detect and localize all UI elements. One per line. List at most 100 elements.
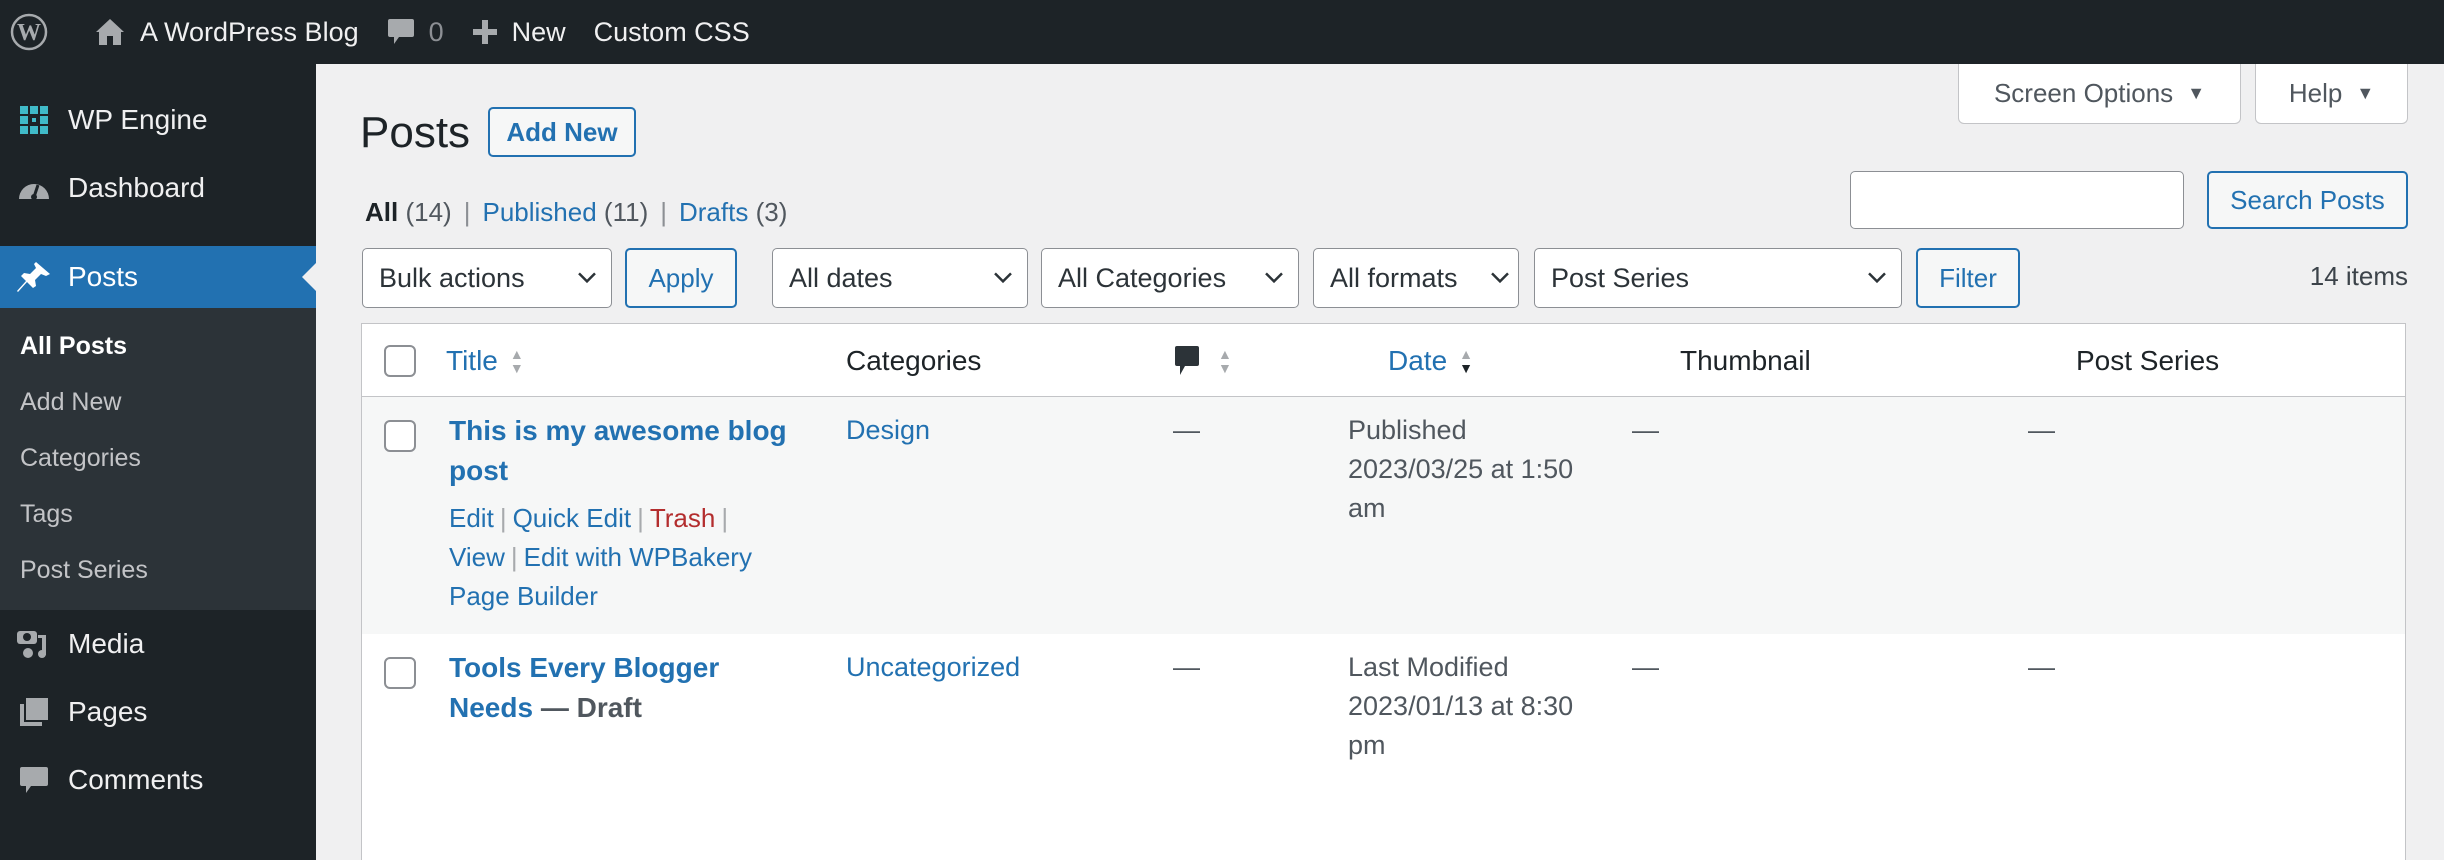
separator: | xyxy=(463,197,471,227)
column-thumbnail: Thumbnail xyxy=(1680,344,1811,376)
screen-options-button[interactable]: Screen Options ▼ xyxy=(1958,64,2241,124)
separator: | xyxy=(510,542,518,572)
wordpress-logo-icon: W xyxy=(10,13,48,51)
sidebar-item-posts[interactable]: Posts xyxy=(0,246,316,308)
edit-link[interactable]: Edit xyxy=(449,503,494,533)
quick-edit-link[interactable]: Quick Edit xyxy=(513,503,632,533)
search-posts-input[interactable] xyxy=(1850,171,2184,229)
date-cell: Published 2023/03/25 at 1:50 am xyxy=(1348,411,1608,528)
dates-filter-select[interactable]: All dates xyxy=(772,248,1028,308)
category-link[interactable]: Uncategorized xyxy=(846,652,1020,682)
title-sort-link[interactable]: Title xyxy=(446,345,498,377)
submenu-all-posts[interactable]: All Posts xyxy=(0,318,316,374)
sidebar-item-label: Posts xyxy=(68,261,139,292)
title-cell: Tools Every Blogger Needs — Draft xyxy=(449,648,789,728)
date-value: 2023/01/13 at 8:30 pm xyxy=(1348,691,1574,760)
view-link[interactable]: View xyxy=(449,542,505,572)
trash-link[interactable]: Trash xyxy=(650,503,716,533)
separator: | xyxy=(499,503,507,533)
category-cell: Uncategorized xyxy=(846,648,1020,687)
sidebar-item-label: Media xyxy=(68,628,145,659)
view-all[interactable]: All (14) xyxy=(365,197,452,228)
home-icon xyxy=(94,16,126,48)
comment-bubble-icon xyxy=(387,17,415,47)
thumbnail-cell: — xyxy=(1632,652,1659,682)
row-actions: Edit | Quick Edit | Trash | View | Edit with WP… xyxy=(449,499,789,616)
sidebar-item-dashboard[interactable]: Dashboard xyxy=(0,154,316,222)
row-checkbox[interactable] xyxy=(384,420,416,452)
select-all-checkbox[interactable] xyxy=(384,344,416,377)
table-header: Title ▲ ▼ Categories ▲ ▼ Date ▲ ▼ Thumbnail… xyxy=(362,324,2405,397)
new-content-link[interactable]: New xyxy=(458,0,580,64)
post-series-filter-select[interactable]: Post Series xyxy=(1534,248,1902,308)
site-name-link[interactable]: A WordPress Blog xyxy=(80,0,373,64)
column-comments[interactable]: ▲ ▼ xyxy=(1174,324,1232,397)
chevron-down-icon xyxy=(578,272,596,284)
table-row: Tools Every Blogger Needs — Draft Uncate… xyxy=(362,634,2405,860)
caret-down-icon: ▼ xyxy=(2187,83,2206,103)
bulk-actions-select[interactable]: Bulk actions xyxy=(362,248,612,308)
post-series-cell: — xyxy=(2028,415,2055,445)
chevron-down-icon xyxy=(994,272,1012,284)
row-checkbox-cell xyxy=(384,657,416,689)
date-cell: Last Modified 2023/01/13 at 8:30 pm xyxy=(1348,648,1608,765)
formats-filter-select[interactable]: All formats xyxy=(1313,248,1519,308)
sidebar-item-label: Dashboard xyxy=(68,172,205,203)
sidebar-item-pages[interactable]: Pages xyxy=(0,678,316,746)
pages-icon xyxy=(14,697,54,727)
column-categories: Categories xyxy=(846,344,982,376)
view-published[interactable]: Published (11) xyxy=(482,197,648,228)
comments-icon xyxy=(14,765,54,795)
screen-options-label: Screen Options xyxy=(1993,78,2174,108)
column-date[interactable]: Date ▲ ▼ xyxy=(1388,324,1473,397)
sidebar-item-label: Pages xyxy=(68,696,148,727)
items-count: 14 items xyxy=(2309,261,2408,291)
separator: | xyxy=(721,503,729,533)
comment-bubble-icon xyxy=(1175,345,1199,375)
custom-css-link[interactable]: Custom CSS xyxy=(580,0,764,64)
apply-button[interactable]: Apply xyxy=(625,248,737,308)
sort-arrows-icon: ▲ ▼ xyxy=(509,345,524,376)
submenu-post-series[interactable]: Post Series xyxy=(0,542,316,598)
sidebar-item-wp-engine[interactable]: WP Engine xyxy=(0,86,316,154)
formats-value: All formats xyxy=(1330,262,1458,293)
sidebar-item-comments[interactable]: Comments xyxy=(0,746,316,814)
main-content: Screen Options ▼ Help ▼ Posts Add New Al… xyxy=(316,64,2444,860)
admin-sidebar: WP Engine Dashboard Posts All Posts Add … xyxy=(0,64,316,860)
post-series-value: Post Series xyxy=(1551,262,1690,293)
caret-down-icon: ▼ xyxy=(2356,83,2375,103)
wordpress-logo-button[interactable]: W xyxy=(0,0,80,64)
separator: | xyxy=(637,503,644,533)
separator: | xyxy=(660,197,667,227)
thumbnail-cell: — xyxy=(1632,415,1659,445)
submenu-categories[interactable]: Categories xyxy=(0,430,316,486)
wp-engine-icon xyxy=(14,105,54,135)
page-title: Posts xyxy=(360,108,471,157)
filter-button[interactable]: Filter xyxy=(1916,248,2020,308)
category-cell: Design xyxy=(846,411,930,450)
post-state: — Draft xyxy=(533,692,642,723)
column-post-series: Post Series xyxy=(2076,344,2220,376)
sidebar-item-media[interactable]: Media xyxy=(0,610,316,678)
help-button[interactable]: Help ▼ xyxy=(2255,64,2408,124)
view-drafts[interactable]: Drafts (3) xyxy=(679,197,787,228)
add-new-button[interactable]: Add New xyxy=(488,107,636,157)
date-sort-link[interactable]: Date xyxy=(1388,345,1447,377)
post-title-link[interactable]: This is my awesome blog post xyxy=(449,415,787,486)
search-posts-button[interactable]: Search Posts xyxy=(2207,171,2408,229)
chevron-down-icon xyxy=(1868,272,1886,284)
submenu-add-new[interactable]: Add New xyxy=(0,374,316,430)
column-title[interactable]: Title ▲ ▼ xyxy=(446,324,524,397)
category-link[interactable]: Design xyxy=(846,415,930,445)
categories-filter-select[interactable]: All Categories xyxy=(1041,248,1299,308)
media-icon xyxy=(14,629,54,659)
submenu-tags[interactable]: Tags xyxy=(0,486,316,542)
date-value: 2023/03/25 at 1:50 am xyxy=(1348,454,1574,523)
comments-link[interactable]: 0 xyxy=(373,0,458,64)
chevron-down-icon xyxy=(1491,272,1509,284)
post-status-views: All (14) | Published (11) | Drafts (3) xyxy=(365,197,787,228)
new-label: New xyxy=(511,16,566,47)
date-status: Published xyxy=(1348,415,1467,445)
row-checkbox[interactable] xyxy=(384,657,416,689)
plus-icon xyxy=(472,19,498,45)
